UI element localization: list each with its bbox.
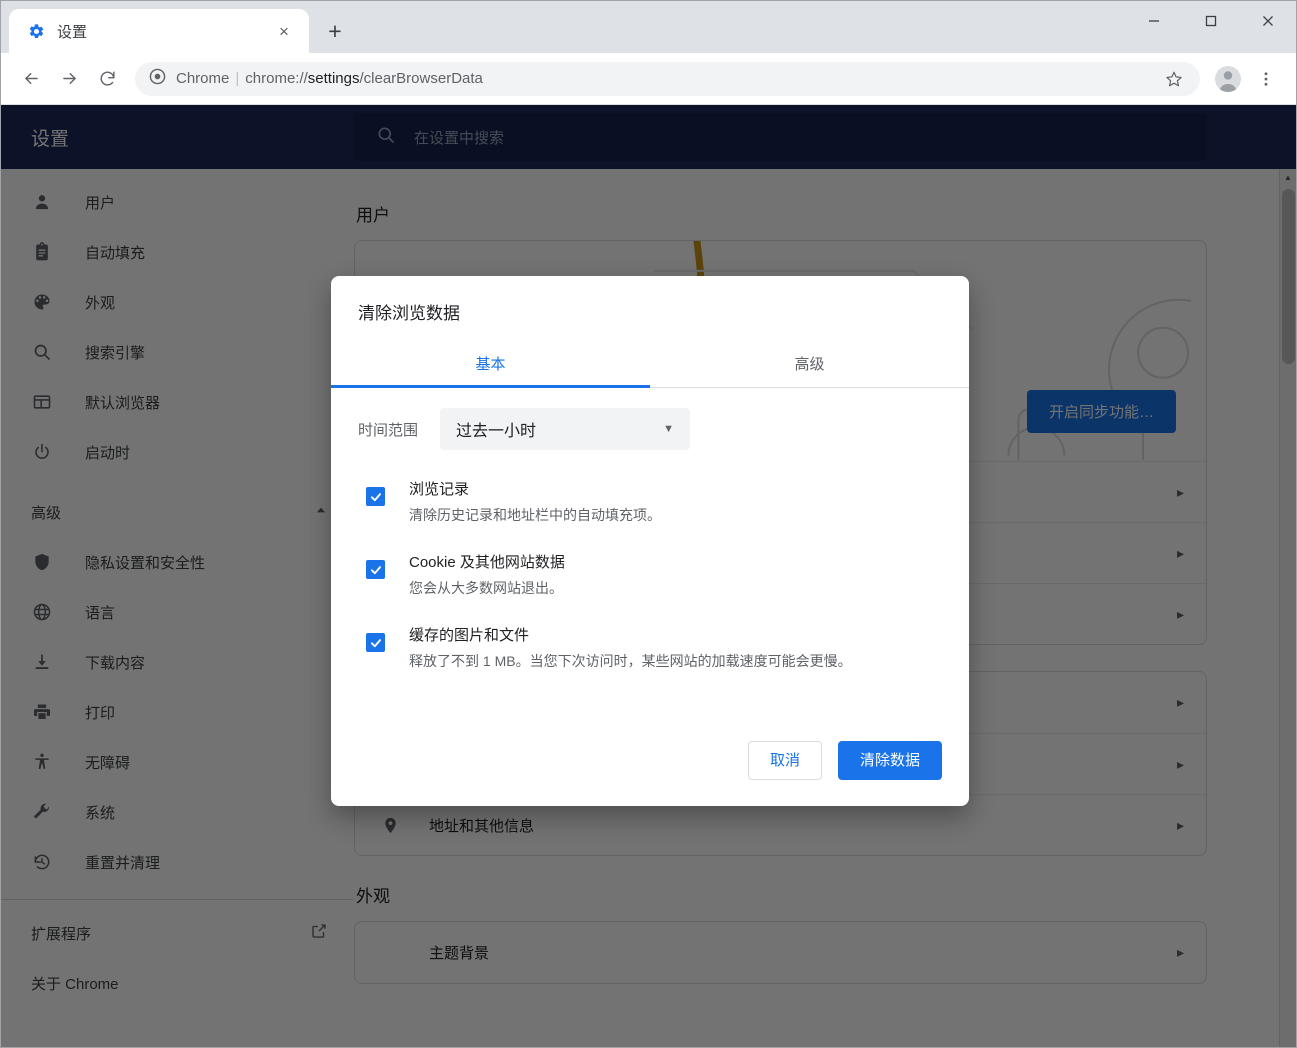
dialog-title: 清除浏览数据 [358,304,460,323]
option-text: 浏览记录 清除历史记录和地址栏中的自动填充项。 [409,476,661,527]
profile-avatar[interactable] [1210,61,1246,97]
tab-basic[interactable]: 基本 [331,340,650,387]
clear-data-button[interactable]: 清除数据 [837,741,942,780]
back-icon[interactable] [13,61,49,97]
close-icon[interactable]: × [271,18,297,44]
option-text: Cookie 及其他网站数据 您会从大多数网站退出。 [409,549,565,600]
option-browsing-history[interactable]: 浏览记录 清除历史记录和地址栏中的自动填充项。 [358,476,942,527]
tab-title: 设置 [57,23,88,41]
omnibox-separator: | [235,70,240,87]
window-controls [1125,1,1296,41]
bookmark-star-icon[interactable] [1156,61,1192,97]
gear-icon [27,22,45,40]
option-title: 浏览记录 [409,481,470,498]
reload-icon[interactable] [89,61,125,97]
new-tab-button[interactable]: + [315,11,355,51]
checkbox-browsing-history[interactable] [366,487,385,506]
address-bar[interactable]: Chrome | chrome://settings/clearBrowserD… [135,61,1200,97]
url-prefix: chrome:// [245,70,308,87]
url-text: chrome://settings/clearBrowserData [245,70,1146,87]
chrome-logo-icon [149,68,166,90]
checkbox-cookies[interactable] [366,560,385,579]
chevron-down-icon: ▼ [663,423,675,435]
option-cookies[interactable]: Cookie 及其他网站数据 您会从大多数网站退出。 [358,549,942,600]
option-description: 清除历史记录和地址栏中的自动填充项。 [409,507,661,523]
browser-toolbar: Chrome | chrome://settings/clearBrowserD… [1,53,1296,105]
time-range-value: 过去一小时 [456,423,537,440]
time-range-select[interactable]: 过去一小时 ▼ [440,408,691,450]
option-cached-images[interactable]: 缓存的图片和文件 释放了不到 1 MB。当您下次访问时，某些网站的加载速度可能会… [358,622,942,673]
avatar [1215,65,1241,92]
tab-strip: 设置 × + [1,1,1296,53]
clear-browsing-data-dialog: 清除浏览数据 基本 高级 时间范围 过去一小时 ▼ 浏览记录 清除历史记录和地址… [331,276,969,806]
url-bold: settings [307,70,360,87]
minimize-icon[interactable] [1125,1,1182,41]
option-text: 缓存的图片和文件 释放了不到 1 MB。当您下次访问时，某些网站的加载速度可能会… [409,622,852,673]
dialog-footer: 取消 清除数据 [331,695,969,806]
menu-icon[interactable] [1248,61,1284,97]
option-description: 您会从大多数网站退出。 [409,580,563,596]
tab-advanced[interactable]: 高级 [650,340,969,387]
checkbox-cached-images[interactable] [366,633,385,652]
dialog-tabs: 基本 高级 [331,340,969,388]
option-description: 释放了不到 1 MB。当您下次访问时，某些网站的加载速度可能会更慢。 [409,653,852,669]
security-label: Chrome [176,70,230,87]
option-title: 缓存的图片和文件 [409,627,530,644]
active-tab-indicator [331,385,650,388]
browser-window: 设置 × + Chrome | chrome://settings/clearB… [0,0,1297,1048]
maximize-icon[interactable] [1182,1,1239,41]
close-window-icon[interactable] [1239,1,1296,41]
browser-tab[interactable]: 设置 × [9,9,309,53]
dialog-body: 时间范围 过去一小时 ▼ 浏览记录 清除历史记录和地址栏中的自动填充项。 Coo… [331,388,969,695]
time-range-row: 时间范围 过去一小时 ▼ [358,408,942,450]
option-title: Cookie 及其他网站数据 [409,554,565,571]
cancel-button[interactable]: 取消 [747,741,822,780]
url-suffix: /clearBrowserData [359,70,483,87]
forward-icon[interactable] [51,61,87,97]
time-range-label: 时间范围 [358,421,419,439]
